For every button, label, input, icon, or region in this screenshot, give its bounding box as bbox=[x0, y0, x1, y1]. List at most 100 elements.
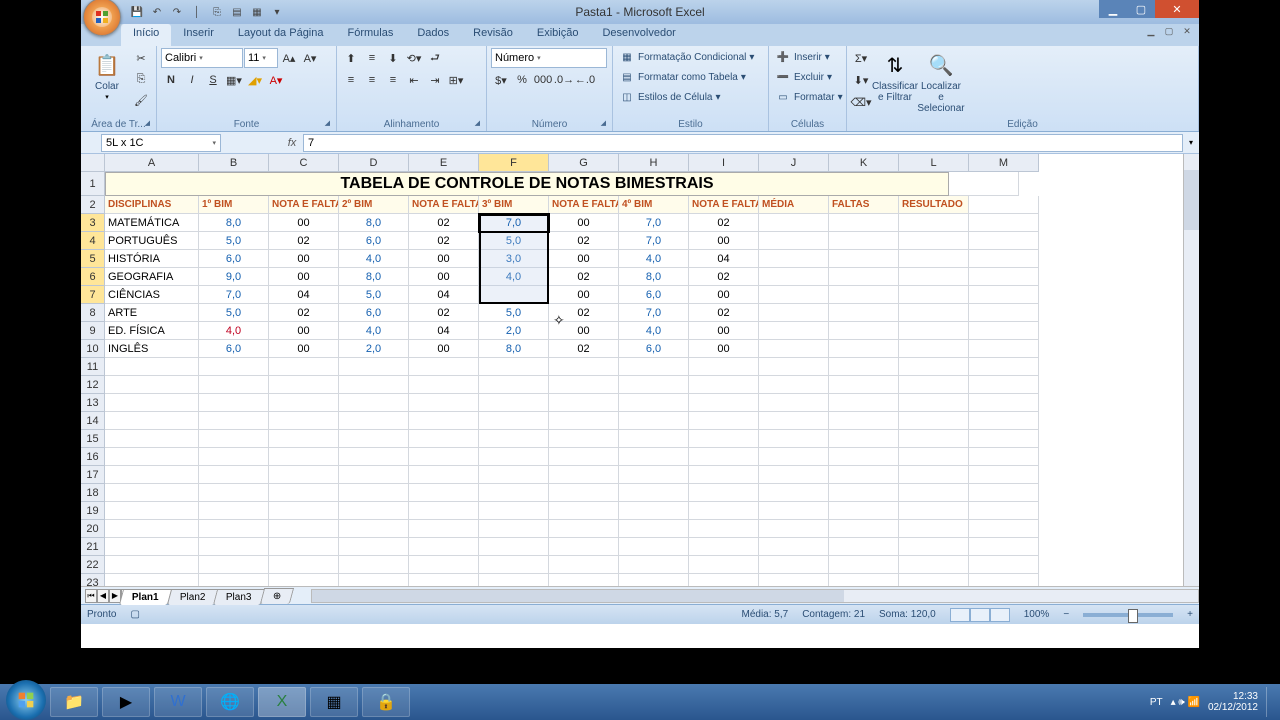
header-11[interactable]: RESULTADO bbox=[899, 196, 969, 214]
header-6[interactable]: NOTA E FALTA bbox=[549, 196, 619, 214]
format-cells-button[interactable]: ▭Formatar ▾ bbox=[773, 88, 845, 106]
cell-I5[interactable]: 04 bbox=[689, 250, 759, 268]
align-bottom-icon[interactable]: ⬇ bbox=[383, 48, 403, 68]
col-header-C[interactable]: C bbox=[269, 154, 339, 172]
tray-icons[interactable]: ▴ 🕪 📶 bbox=[1171, 697, 1200, 708]
col-header-K[interactable]: K bbox=[829, 154, 899, 172]
col-header-H[interactable]: H bbox=[619, 154, 689, 172]
cell-E9[interactable]: 04 bbox=[409, 322, 479, 340]
grow-font-icon[interactable]: A▴ bbox=[279, 48, 299, 68]
header-0[interactable]: DISCIPLINAS bbox=[105, 196, 199, 214]
col-header-F[interactable]: F bbox=[479, 154, 549, 172]
row-header-21[interactable]: 21 bbox=[81, 538, 105, 556]
cell-I4[interactable]: 00 bbox=[689, 232, 759, 250]
qat-custom-2[interactable]: ▤ bbox=[229, 4, 245, 20]
new-sheet-button[interactable]: ⊕ bbox=[260, 588, 295, 604]
col-header-D[interactable]: D bbox=[339, 154, 409, 172]
col-header-A[interactable]: A bbox=[105, 154, 199, 172]
cell-G5[interactable]: 00 bbox=[549, 250, 619, 268]
title-cell[interactable]: TABELA DE CONTROLE DE NOTAS BIMESTRAIS bbox=[105, 172, 949, 196]
tab-Layout da Página[interactable]: Layout da Página bbox=[226, 24, 336, 46]
increase-indent-icon[interactable]: ⇥ bbox=[425, 70, 445, 90]
taskbar-explorer[interactable]: 📁 bbox=[50, 687, 98, 717]
col-header-M[interactable]: M bbox=[969, 154, 1039, 172]
cell-F6[interactable]: 4,0 bbox=[479, 268, 549, 286]
row-header-7[interactable]: 7 bbox=[81, 286, 105, 304]
cell-G8[interactable]: 02 bbox=[549, 304, 619, 322]
name-box[interactable]: 5L x 1C▾ bbox=[101, 134, 221, 152]
header-10[interactable]: FALTAS bbox=[829, 196, 899, 214]
fx-icon[interactable]: fx bbox=[281, 137, 303, 149]
close-button[interactable]: ✕ bbox=[1155, 0, 1199, 18]
qat-custom-4[interactable]: ▾ bbox=[269, 4, 285, 20]
cell-E3[interactable]: 02 bbox=[409, 214, 479, 232]
row-header-5[interactable]: 5 bbox=[81, 250, 105, 268]
cell-E7[interactable]: 04 bbox=[409, 286, 479, 304]
header-2[interactable]: NOTA E FALTA bbox=[269, 196, 339, 214]
row-header-3[interactable]: 3 bbox=[81, 214, 105, 232]
row-header-4[interactable]: 4 bbox=[81, 232, 105, 250]
row-header-10[interactable]: 10 bbox=[81, 340, 105, 358]
cell-G3[interactable]: 00 bbox=[549, 214, 619, 232]
doc-close-icon[interactable]: ✕ bbox=[1179, 26, 1195, 40]
cell-B9[interactable]: 4,0 bbox=[199, 322, 269, 340]
cell-B7[interactable]: 7,0 bbox=[199, 286, 269, 304]
cut-icon[interactable]: ✂ bbox=[131, 48, 151, 68]
col-header-E[interactable]: E bbox=[409, 154, 479, 172]
redo-icon[interactable]: ↷ bbox=[169, 4, 185, 20]
cell-H10[interactable]: 6,0 bbox=[619, 340, 689, 358]
cell-D3[interactable]: 8,0 bbox=[339, 214, 409, 232]
cell-C6[interactable]: 00 bbox=[269, 268, 339, 286]
cell-C9[interactable]: 00 bbox=[269, 322, 339, 340]
format-as-table-button[interactable]: ▤Formatar como Tabela ▾ bbox=[617, 68, 756, 86]
paste-button[interactable]: 📋 Colar ▾ bbox=[85, 48, 129, 101]
cell-G4[interactable]: 02 bbox=[549, 232, 619, 250]
find-select-button[interactable]: 🔍Localizar e Selecionar bbox=[919, 48, 963, 114]
view-buttons[interactable] bbox=[950, 608, 1010, 622]
row-header-1[interactable]: 1 bbox=[81, 172, 105, 196]
row-header-6[interactable]: 6 bbox=[81, 268, 105, 286]
font-size-combo[interactable]: 11▾ bbox=[244, 48, 278, 68]
header-8[interactable]: NOTA E FALTA bbox=[689, 196, 759, 214]
cell-H4[interactable]: 7,0 bbox=[619, 232, 689, 250]
sheet-tab-Plan1[interactable]: Plan1 bbox=[119, 589, 172, 605]
cell-F7[interactable] bbox=[479, 286, 549, 304]
cell-A8[interactable]: ARTE bbox=[105, 304, 199, 322]
comma-icon[interactable]: 000 bbox=[533, 70, 553, 90]
col-header-G[interactable]: G bbox=[549, 154, 619, 172]
border-icon[interactable]: ▦▾ bbox=[224, 70, 244, 90]
cell-styles-button[interactable]: ◫Estilos de Célula ▾ bbox=[617, 88, 756, 106]
wrap-text-icon[interactable]: ⮐ bbox=[425, 48, 445, 68]
number-format-combo[interactable]: Número▾ bbox=[491, 48, 607, 68]
align-center-icon[interactable]: ≡ bbox=[362, 70, 382, 90]
system-tray[interactable]: PT ▴ 🕪 📶 12:33 02/12/2012 bbox=[1150, 687, 1274, 717]
row-header-2[interactable]: 2 bbox=[81, 196, 105, 214]
qat-custom-1[interactable]: ⎘ bbox=[209, 4, 225, 20]
cell-D7[interactable]: 5,0 bbox=[339, 286, 409, 304]
tab-Dados[interactable]: Dados bbox=[405, 24, 461, 46]
cell-A3[interactable]: MATEMÁTICA bbox=[105, 214, 199, 232]
taskbar-excel[interactable]: X bbox=[258, 687, 306, 717]
autosum-icon[interactable]: Σ▾ bbox=[851, 48, 871, 68]
header-3[interactable]: 2º BIM bbox=[339, 196, 409, 214]
doc-restore-icon[interactable]: ▢ bbox=[1161, 26, 1177, 40]
tab-Fórmulas[interactable]: Fórmulas bbox=[336, 24, 406, 46]
cell-G6[interactable]: 02 bbox=[549, 268, 619, 286]
cell-C10[interactable]: 00 bbox=[269, 340, 339, 358]
cell-C3[interactable]: 00 bbox=[269, 214, 339, 232]
cell-D5[interactable]: 4,0 bbox=[339, 250, 409, 268]
format-painter-icon[interactable]: 🖌 bbox=[131, 90, 151, 110]
fill-color-icon[interactable]: ◢▾ bbox=[245, 70, 265, 90]
sort-filter-button[interactable]: ⇅Classificar e Filtrar bbox=[873, 48, 917, 103]
cell-A4[interactable]: PORTUGUÊS bbox=[105, 232, 199, 250]
cell-F10[interactable]: 8,0 bbox=[479, 340, 549, 358]
row-header-19[interactable]: 19 bbox=[81, 502, 105, 520]
cell-G10[interactable]: 02 bbox=[549, 340, 619, 358]
col-header-L[interactable]: L bbox=[899, 154, 969, 172]
decrease-decimal-icon[interactable]: ←.0 bbox=[575, 70, 595, 90]
cell-A5[interactable]: HISTÓRIA bbox=[105, 250, 199, 268]
cell-I8[interactable]: 02 bbox=[689, 304, 759, 322]
font-name-combo[interactable]: Calibri▾ bbox=[161, 48, 243, 68]
cell-I10[interactable]: 00 bbox=[689, 340, 759, 358]
cell-I6[interactable]: 02 bbox=[689, 268, 759, 286]
